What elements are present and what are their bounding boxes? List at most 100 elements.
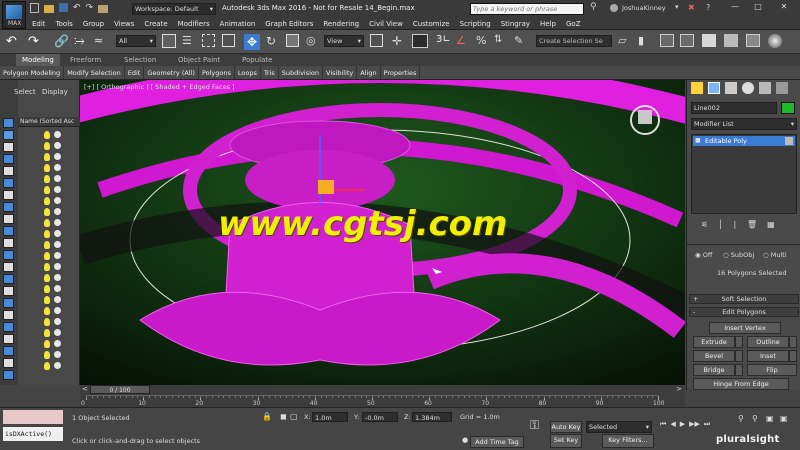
scene-object-row[interactable]: [18, 306, 80, 317]
scene-object-row[interactable]: [18, 130, 80, 141]
hide-toggle-icon[interactable]: [44, 318, 50, 326]
pin-stack-icon[interactable]: ⚟: [701, 220, 708, 232]
hide-toggle-icon[interactable]: [44, 197, 50, 205]
isolate-selection-icon[interactable]: ◼: [280, 412, 287, 421]
search-box[interactable]: [470, 3, 584, 15]
auto-key-button[interactable]: Auto Key: [550, 421, 582, 433]
explorer-filter-icon[interactable]: [3, 334, 14, 344]
remove-modifier-icon[interactable]: 🗑: [747, 220, 757, 232]
graphite-toolbar-icon[interactable]: [680, 34, 694, 47]
menu-item-customize[interactable]: Customize: [413, 18, 450, 30]
play-icon[interactable]: ▶: [680, 420, 685, 432]
freeze-toggle-icon[interactable]: [54, 285, 61, 292]
ribbon-tab-populate[interactable]: Populate: [242, 54, 272, 66]
y-coordinate-field[interactable]: -0.0m: [362, 412, 398, 422]
hide-toggle-icon[interactable]: [44, 274, 50, 282]
menu-item-scripting[interactable]: Scripting: [460, 18, 491, 30]
freeze-toggle-icon[interactable]: [54, 296, 61, 303]
layer-manager-icon[interactable]: [660, 34, 674, 47]
key-selection-dropdown[interactable]: Selected ▾: [586, 421, 652, 433]
z-coordinate-field[interactable]: 1.384m: [412, 412, 452, 422]
undo-icon[interactable]: ↶: [73, 3, 81, 15]
scene-object-row[interactable]: [18, 262, 80, 273]
angle-snap-icon[interactable]: ∠: [456, 34, 472, 50]
ribbon-panel-tris[interactable]: Tris: [261, 66, 279, 79]
show-end-result-icon[interactable]: │: [718, 220, 723, 232]
pivot-center-icon[interactable]: [370, 34, 383, 47]
search-input[interactable]: [471, 4, 575, 14]
open-file-icon[interactable]: [44, 5, 54, 13]
object-name-field[interactable]: Line002: [691, 102, 777, 114]
hide-toggle-icon[interactable]: [44, 142, 50, 150]
hide-toggle-icon[interactable]: [44, 208, 50, 216]
timeline-track[interactable]: 0 10 20 30 40 50 60 70 80 90 100: [81, 395, 664, 407]
ribbon-panel-align[interactable]: Align: [357, 66, 381, 79]
snaps-toggle-icon[interactable]: 3∟: [436, 34, 452, 50]
freeze-toggle-icon[interactable]: [54, 307, 61, 314]
selection-multi-radio[interactable]: ○ Multi: [763, 251, 787, 259]
bevel-button[interactable]: Bevel: [693, 350, 735, 362]
scene-object-row[interactable]: [18, 229, 80, 240]
select-rotate-icon[interactable]: ↻: [266, 34, 282, 50]
scene-explorer-column-header[interactable]: Name (Sorted Asc: [18, 117, 80, 127]
new-file-icon[interactable]: [30, 3, 39, 13]
select-by-name-icon[interactable]: ☰: [182, 34, 198, 50]
freeze-toggle-icon[interactable]: [54, 241, 61, 248]
display-tab-icon[interactable]: [759, 82, 771, 94]
select-manipulate-icon[interactable]: ✛: [392, 34, 408, 50]
hide-toggle-icon[interactable]: [44, 175, 50, 183]
freeze-toggle-icon[interactable]: [54, 186, 61, 193]
inset-button[interactable]: Inset: [747, 350, 789, 362]
ribbon-panel-visibility[interactable]: Visibility: [323, 66, 358, 79]
explorer-filter-icon[interactable]: [3, 154, 14, 164]
explorer-filter-icon[interactable]: [3, 226, 14, 236]
maximize-button[interactable]: □: [748, 2, 768, 14]
ribbon-tab-freeform[interactable]: Freeform: [70, 54, 101, 66]
edit-named-selection-icon[interactable]: ✎: [514, 34, 530, 50]
perspective-viewport[interactable]: [+] [ Orthographic ] [ Shaded + Edged Fa…: [80, 80, 685, 385]
time-slider-prev-icon[interactable]: <: [82, 385, 88, 393]
explorer-filter-icon[interactable]: [3, 130, 14, 140]
ribbon-panel-loops[interactable]: Loops: [235, 66, 261, 79]
project-folder-icon[interactable]: [98, 5, 109, 13]
freeze-toggle-icon[interactable]: [54, 340, 61, 347]
freeze-toggle-icon[interactable]: [54, 318, 61, 325]
rectangular-selection-icon[interactable]: [202, 34, 215, 47]
menu-item-help[interactable]: Help: [540, 18, 556, 30]
create-tab-icon[interactable]: [691, 82, 703, 94]
hide-toggle-icon[interactable]: [44, 307, 50, 315]
lock-selection-icon[interactable]: 🔒: [262, 412, 272, 421]
explorer-filter-icon[interactable]: [3, 358, 14, 368]
freeze-toggle-icon[interactable]: [54, 164, 61, 171]
bridge-settings-button[interactable]: [735, 364, 743, 376]
explorer-filter-icon[interactable]: [3, 178, 14, 188]
selection-subobj-radio[interactable]: ○ SubObj: [723, 251, 754, 259]
hide-toggle-icon[interactable]: [44, 230, 50, 238]
selection-filter-dropdown[interactable]: All ▾: [116, 35, 156, 47]
key-icon[interactable]: ⚿: [530, 418, 539, 433]
scene-object-row[interactable]: [18, 152, 80, 163]
scene-object-row[interactable]: [18, 240, 80, 251]
ribbon-tab-object-paint[interactable]: Object Paint: [178, 54, 220, 66]
ribbon-panel-geometry-all-[interactable]: Geometry (All): [144, 66, 199, 79]
save-file-icon[interactable]: [59, 3, 68, 12]
hide-toggle-icon[interactable]: [44, 362, 50, 370]
freeze-toggle-icon[interactable]: [54, 175, 61, 182]
hide-toggle-icon[interactable]: [44, 329, 50, 337]
menu-item-modifiers[interactable]: Modifiers: [178, 18, 210, 30]
menu-item-graph-editors[interactable]: Graph Editors: [265, 18, 313, 30]
menu-item-edit[interactable]: Edit: [32, 18, 46, 30]
reference-coordinate-dropdown[interactable]: View ▾: [324, 35, 364, 47]
scene-object-row[interactable]: [18, 174, 80, 185]
menu-item-create[interactable]: Create: [144, 18, 167, 30]
minimize-button[interactable]: —: [725, 2, 745, 14]
freeze-toggle-icon[interactable]: [54, 219, 61, 226]
workspace-dropdown[interactable]: Workspace: Default ▾: [132, 3, 216, 15]
go-to-start-icon[interactable]: ⏮: [660, 420, 666, 432]
go-to-end-icon[interactable]: ⏭: [704, 420, 710, 432]
explorer-filter-icon[interactable]: [3, 274, 14, 284]
render-setup-icon[interactable]: [768, 34, 782, 48]
gizmo-plane[interactable]: [318, 180, 334, 194]
explorer-filter-icon[interactable]: [3, 166, 14, 176]
hide-toggle-icon[interactable]: [44, 241, 50, 249]
